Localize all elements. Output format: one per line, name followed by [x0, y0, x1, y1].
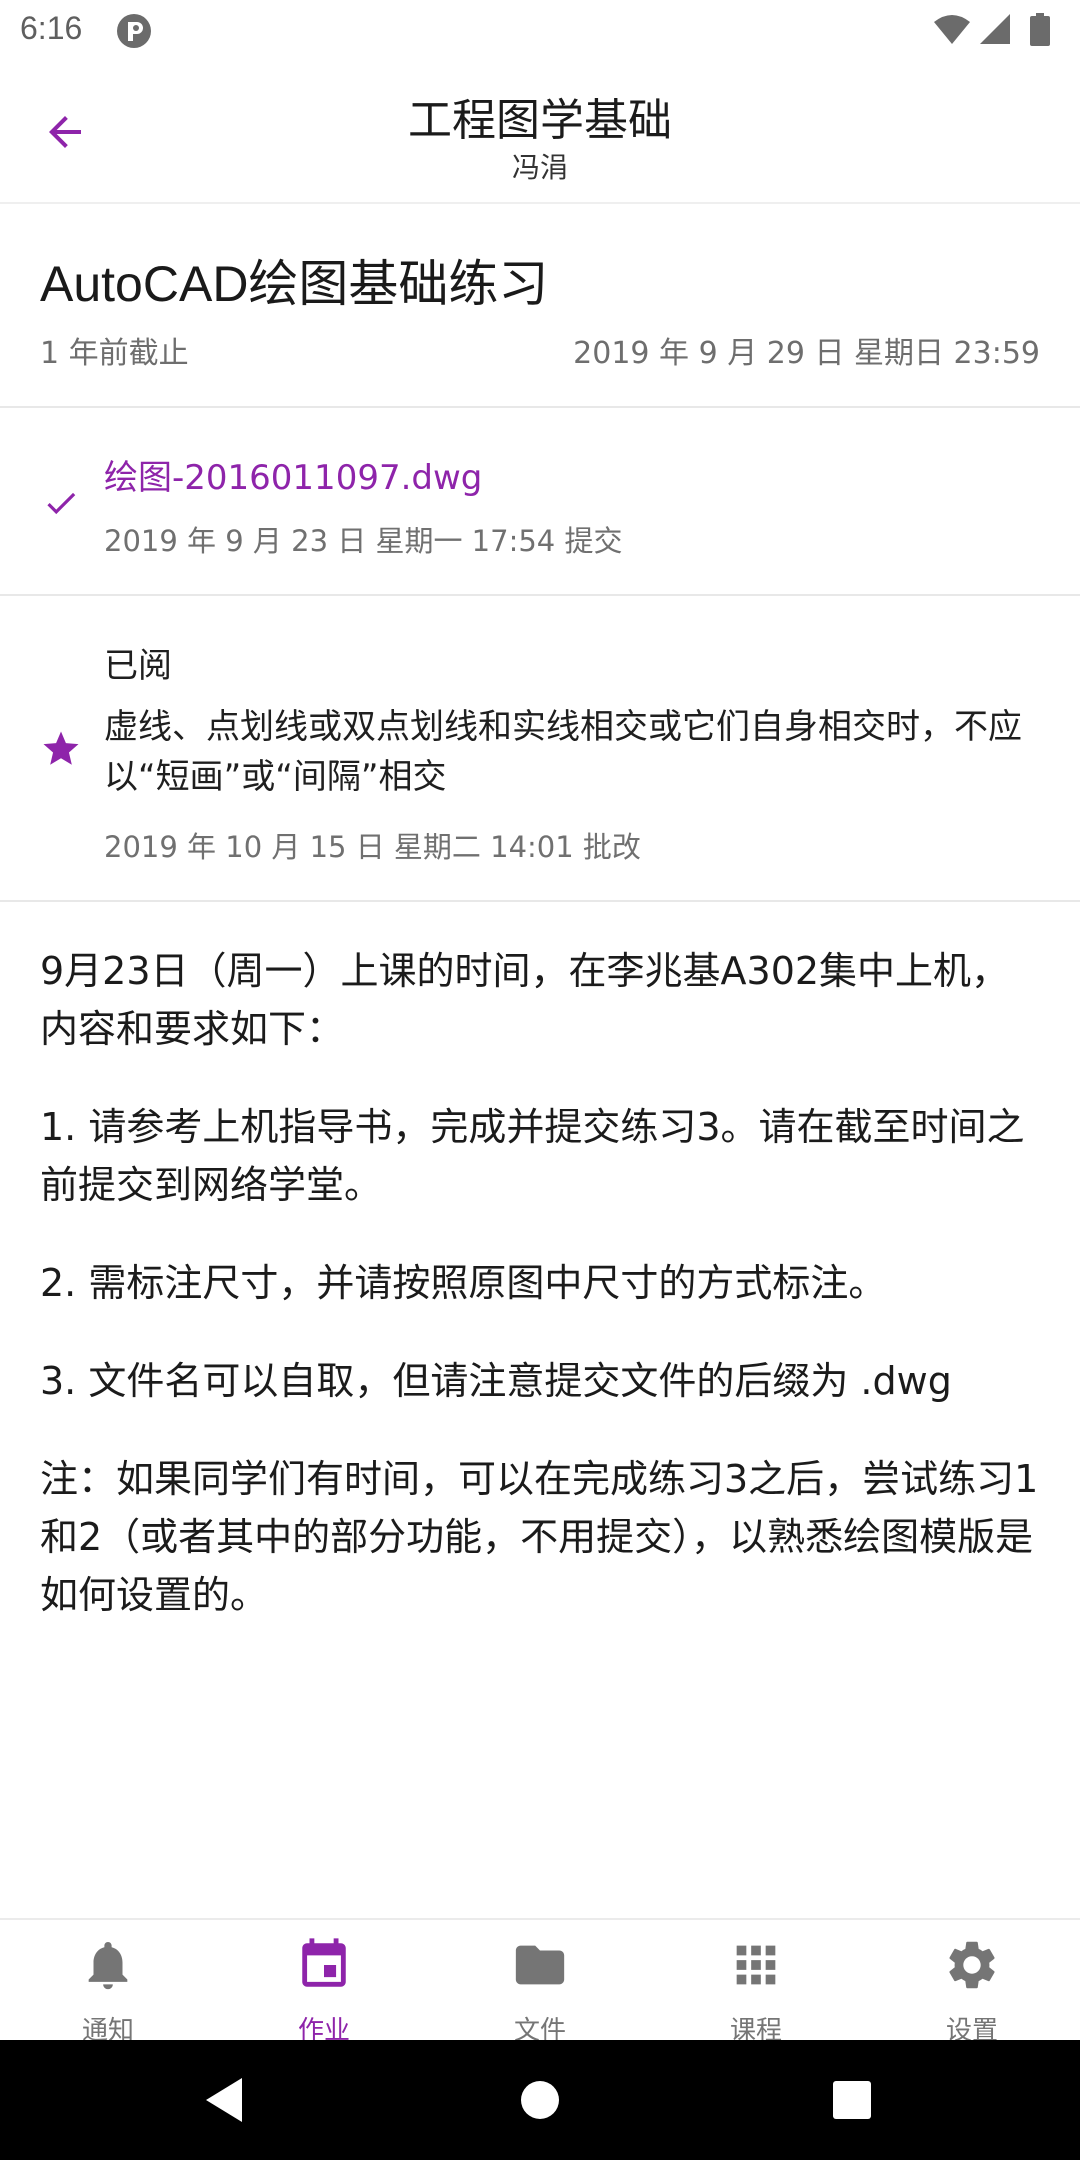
folder-icon: [515, 1945, 565, 1985]
description-paragraph: 1. 请参考上机指导书，完成并提交练习3。请在截至时间之前提交到网络学堂。: [40, 1105, 1025, 1207]
battery-icon: [1030, 13, 1050, 46]
submission-row[interactable]: 绘图-2016011097.dwg 2019 年 9 月 23 日 星期一 17…: [0, 406, 1080, 594]
system-nav-bar: [0, 2040, 1080, 2160]
grade-status: 已阅: [104, 646, 172, 686]
nav-item-homework[interactable]: 作业: [216, 1920, 432, 2046]
nav-item-settings[interactable]: 设置: [864, 1920, 1080, 2046]
grid-icon: [736, 1945, 776, 1985]
nav-item-courses[interactable]: 课程: [648, 1920, 864, 2046]
status-bar: 6:16: [0, 0, 1080, 62]
status-icons: [934, 13, 1050, 46]
nav-item-files[interactable]: 文件: [432, 1920, 648, 2046]
bell-icon: [88, 1942, 128, 1990]
calendar-icon: [302, 1938, 346, 1987]
signal-icon: [980, 14, 1010, 44]
submission-time: 2019 年 9 月 23 日 星期一 17:54 提交: [104, 524, 623, 558]
grade-row: 已阅 虚线、点划线或双点划线和实线相交或它们自身相交时，不应以“短画”或“间隔”…: [0, 594, 1080, 900]
grade-comment: 虚线、点划线或双点划线和实线相交或它们自身相交时，不应以“短画”或“间隔”相交: [104, 707, 1022, 797]
status-time: 6:16: [20, 10, 83, 46]
check-icon: [47, 492, 76, 515]
assignment-description: 9月23日（周一）上课的时间，在李兆基A302集中上机，内容和要求如下： 1. …: [0, 900, 1080, 1920]
nav-item-notifications[interactable]: 通知: [0, 1920, 216, 2046]
back-triangle-icon[interactable]: [194, 2070, 254, 2130]
wifi-icon: [934, 15, 970, 44]
deadline-relative: 1 年前截止: [40, 336, 189, 371]
teacher-name: 冯涓: [511, 151, 568, 184]
assignment-title: AutoCAD绘图基础练习: [40, 256, 549, 312]
star-icon: [43, 731, 79, 765]
recents-square-icon[interactable]: [822, 2070, 882, 2130]
description-paragraph: 3. 文件名可以自取，但请注意提交文件的后缀为 .dwg: [40, 1359, 952, 1403]
description-paragraph: 注：如果同学们有时间，可以在完成练习3之后，尝试练习1和2（或者其中的部分功能，…: [40, 1457, 1039, 1617]
assignment-header: AutoCAD绘图基础练习 1 年前截止 2019 年 9 月 29 日 星期日…: [0, 202, 1080, 406]
course-title: 工程图学基础: [408, 95, 672, 146]
description-paragraph: 2. 需标注尺寸，并请按照原图中尺寸的方式标注。: [40, 1261, 887, 1305]
submitted-file-link[interactable]: 绘图-2016011097.dwg: [104, 450, 482, 499]
deadline-absolute: 2019 年 9 月 29 日 星期日 23:59: [573, 336, 1040, 371]
app-bar: 工程图学基础 冯涓: [0, 62, 1080, 202]
grade-time: 2019 年 10 月 15 日 星期二 14:01 批改: [104, 830, 641, 864]
description-paragraph: 9月23日（周一）上课的时间，在李兆基A302集中上机，内容和要求如下：: [40, 949, 1010, 1051]
gear-icon: [949, 1941, 995, 1989]
app-notification-icon: [117, 14, 151, 48]
bottom-nav: 通知 作业 文件 课程 设置: [0, 1918, 1080, 2046]
home-circle-icon[interactable]: [510, 2070, 570, 2130]
